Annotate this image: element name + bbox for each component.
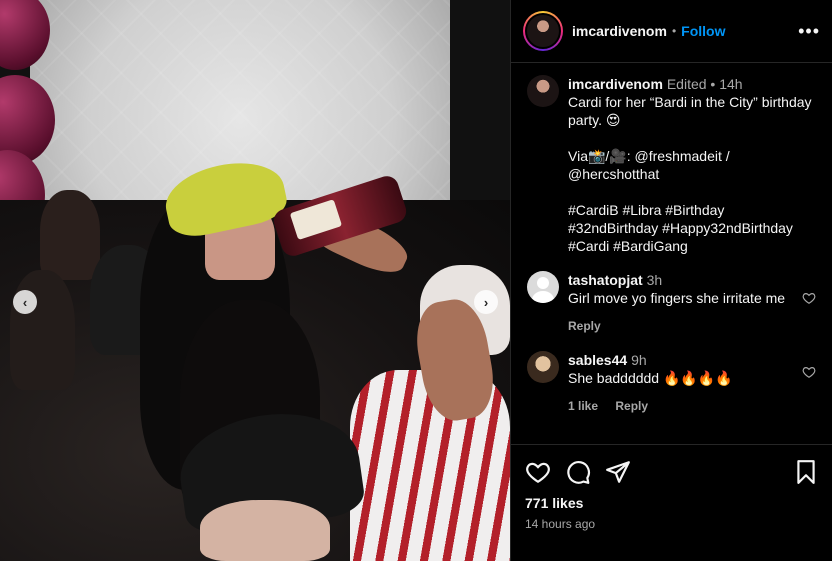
crowd-person <box>40 190 100 280</box>
chevron-right-icon[interactable]: › <box>474 290 498 314</box>
caption-username[interactable]: imcardivenom <box>568 76 663 92</box>
comment-time: 9h <box>631 352 647 368</box>
heart-icon[interactable] <box>802 291 816 305</box>
comment-username[interactable]: tashatopjat <box>568 272 643 288</box>
post-timestamp[interactable]: 14 hours ago <box>525 517 819 531</box>
chevron-left-icon[interactable]: ‹ <box>13 290 37 314</box>
avatar[interactable] <box>527 271 559 303</box>
comment-time: 3h <box>646 272 663 288</box>
post-photo[interactable]: ‹ › <box>0 0 510 561</box>
post-header: imcardivenom • Follow ••• <box>511 0 832 63</box>
avatar[interactable] <box>523 11 563 51</box>
comment-icon[interactable] <box>565 459 591 485</box>
ellipsis-icon[interactable]: ••• <box>798 21 820 42</box>
list-item: tashatopjat 3h Girl move yo fingers she … <box>527 271 816 335</box>
header-username[interactable]: imcardivenom <box>572 23 667 39</box>
follow-button[interactable]: Follow <box>681 23 725 39</box>
reply-button[interactable]: Reply <box>615 399 648 413</box>
caption: imcardivenom Edited • 14h Cardi for her … <box>527 75 816 255</box>
avatar[interactable] <box>527 351 559 383</box>
crowd-person <box>10 270 75 390</box>
avatar[interactable] <box>527 75 559 107</box>
heart-icon[interactable] <box>802 365 816 379</box>
comment-text: Girl move yo fingers she irritate me <box>568 290 786 306</box>
list-item: sables44 9h She badddddd 🔥🔥🔥🔥 1 like Rep… <box>527 351 816 415</box>
comment-text: She badddddd 🔥🔥🔥🔥 <box>568 370 733 386</box>
heart-icon[interactable] <box>525 459 551 485</box>
comments-list[interactable]: imcardivenom Edited • 14h Cardi for her … <box>511 63 832 445</box>
reply-button[interactable]: Reply <box>568 319 601 333</box>
bookmark-icon[interactable] <box>793 459 819 485</box>
post-details-panel: imcardivenom • Follow ••• imcardivenom E… <box>510 0 832 561</box>
caption-meta: Edited • 14h <box>666 76 743 92</box>
comment-username[interactable]: sables44 <box>568 352 627 368</box>
likes-count[interactable]: 771 likes <box>525 495 819 511</box>
share-icon[interactable] <box>605 459 631 485</box>
separator-dot: • <box>671 24 677 38</box>
likes-count-button[interactable]: 1 like <box>568 399 598 413</box>
caption-text: Cardi for her “Bardi in the City” birthd… <box>568 94 812 254</box>
action-bar: 771 likes 14 hours ago <box>511 444 832 531</box>
foreground-face <box>200 500 330 561</box>
